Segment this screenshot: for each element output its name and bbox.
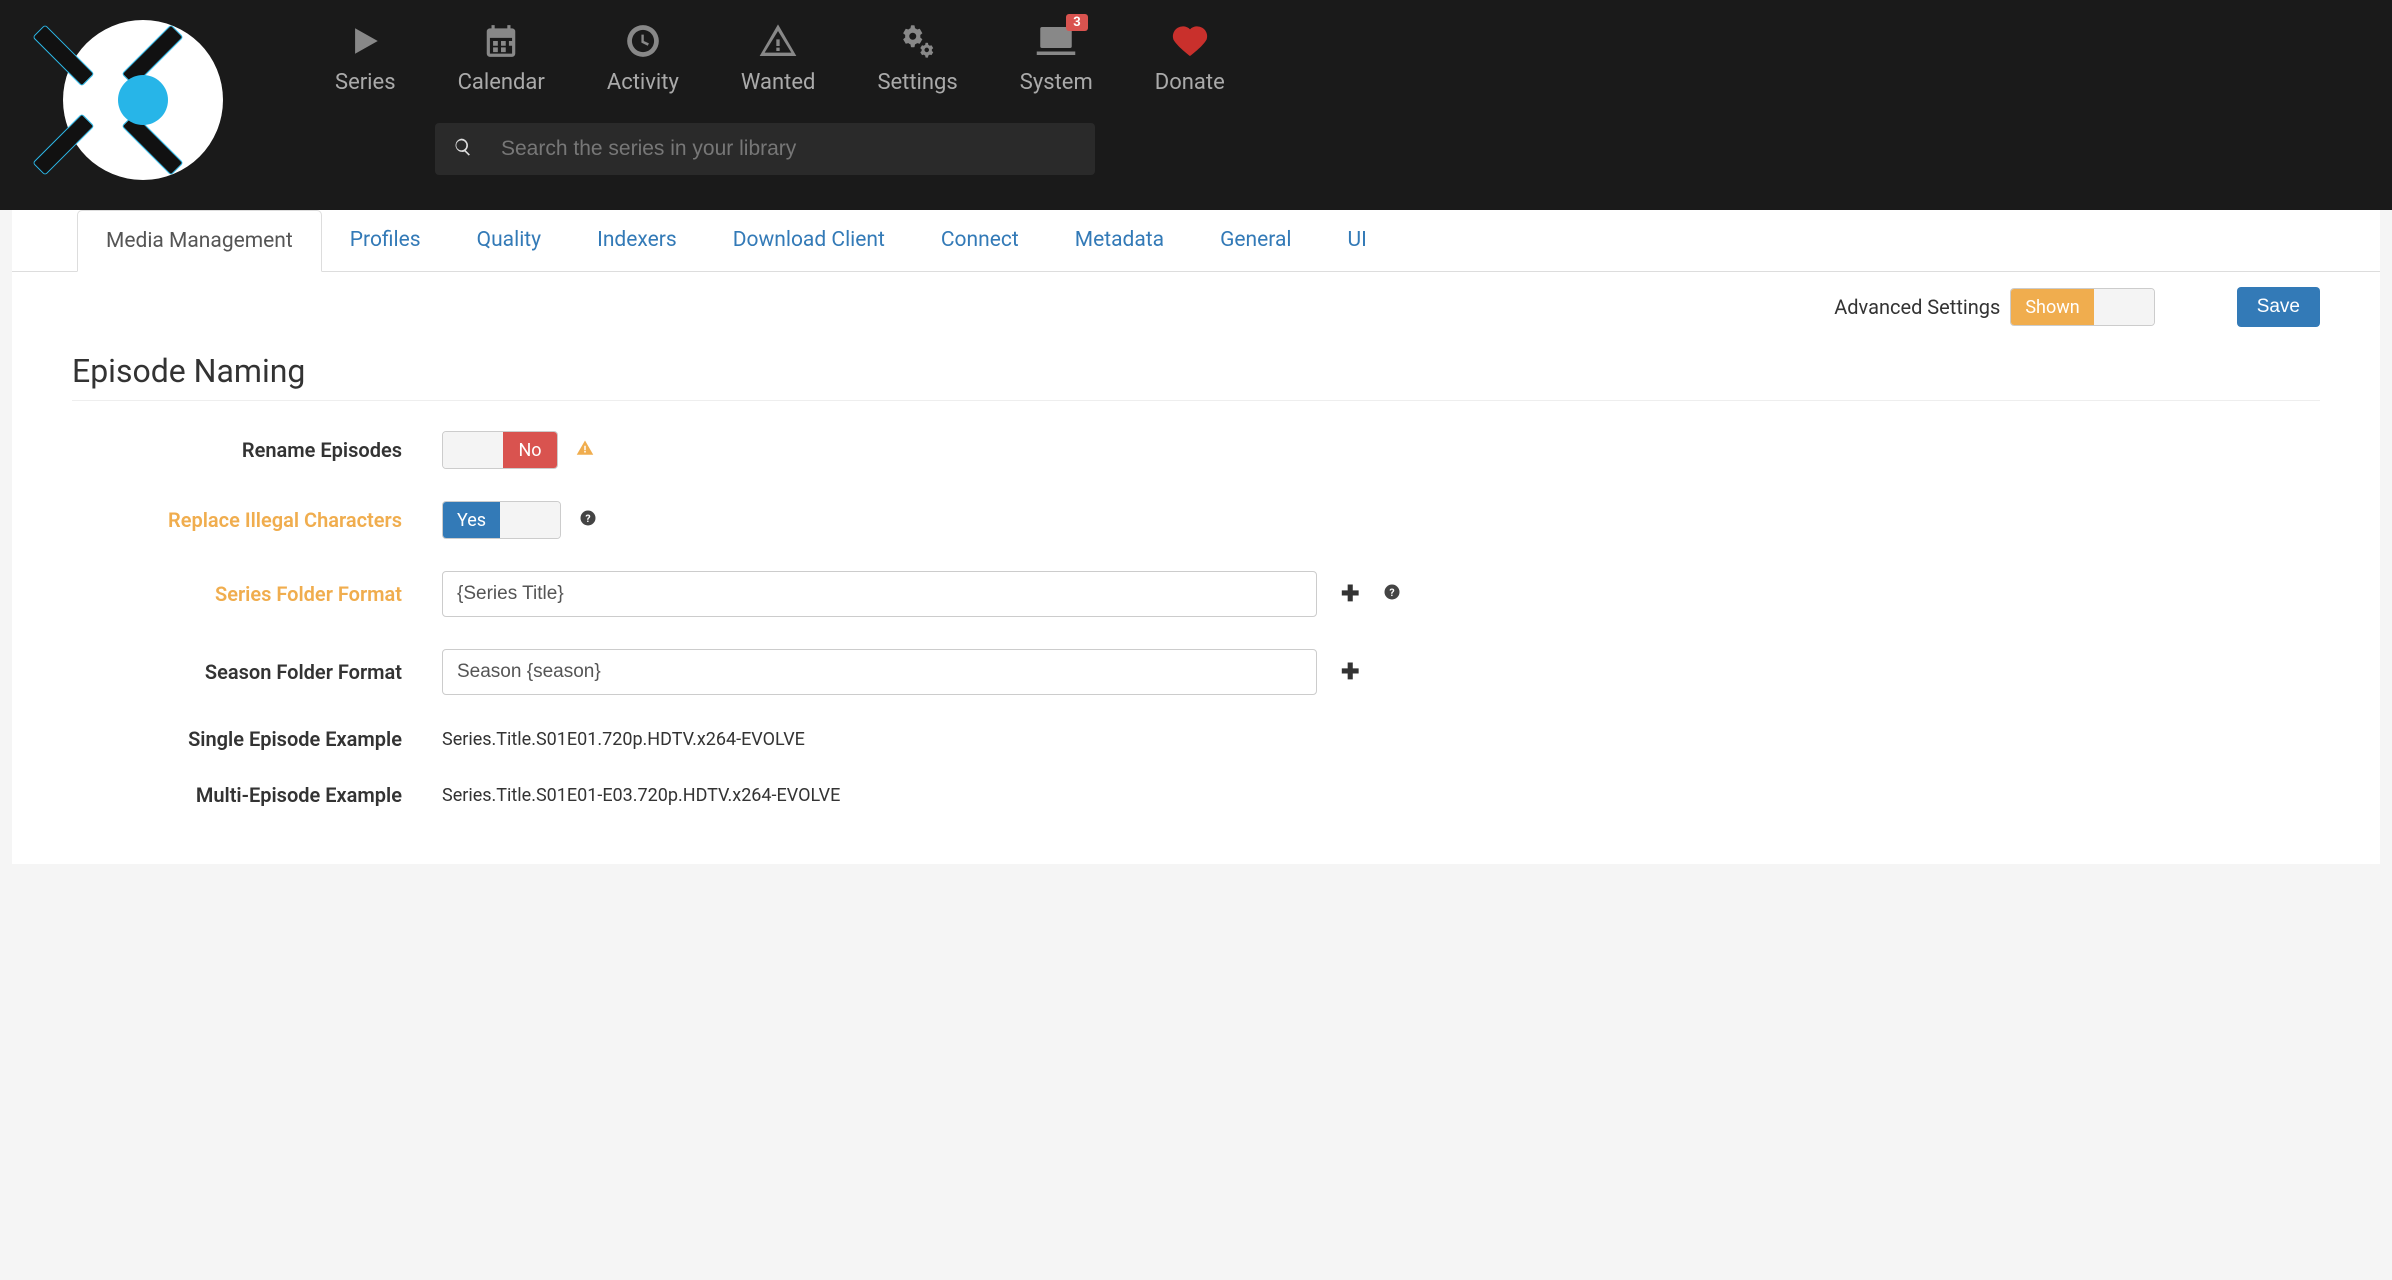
row-replace-illegal: Replace Illegal Characters Yes ? bbox=[72, 501, 2320, 539]
warning-icon bbox=[757, 20, 799, 62]
replace-illegal-toggle[interactable]: Yes bbox=[442, 501, 561, 539]
tab-quality[interactable]: Quality bbox=[449, 210, 569, 271]
help-icon[interactable]: ? bbox=[579, 509, 597, 532]
multi-episode-example-value: Series.Title.S01E01-E03.720p.HDTV.x264-E… bbox=[442, 785, 840, 806]
tab-metadata[interactable]: Metadata bbox=[1047, 210, 1192, 271]
advanced-settings-toggle[interactable]: Shown bbox=[2010, 288, 2154, 326]
multi-episode-example-label: Multi-Episode Example bbox=[72, 783, 402, 807]
nav-system[interactable]: 3 System bbox=[1020, 20, 1093, 95]
app-logo[interactable] bbox=[0, 20, 285, 180]
nav-label: Wanted bbox=[741, 70, 816, 95]
nav-label: Calendar bbox=[458, 70, 545, 95]
search-input[interactable] bbox=[501, 137, 1077, 161]
nav-wanted[interactable]: Wanted bbox=[741, 20, 816, 95]
tab-download-client[interactable]: Download Client bbox=[705, 210, 913, 271]
nav-calendar[interactable]: Calendar bbox=[458, 20, 545, 95]
single-episode-example-label: Single Episode Example bbox=[72, 727, 402, 751]
toggle-state: Shown bbox=[2011, 289, 2093, 325]
section-title: Episode Naming bbox=[72, 352, 2320, 401]
main-nav: Series Calendar Activity Wanted Settings… bbox=[285, 20, 2392, 95]
tab-profiles[interactable]: Profiles bbox=[322, 210, 449, 271]
app-header: Series Calendar Activity Wanted Settings… bbox=[0, 0, 2392, 210]
nav-label: Series bbox=[335, 70, 396, 95]
svg-text:?: ? bbox=[1390, 585, 1395, 598]
gears-icon bbox=[897, 20, 939, 62]
clock-icon bbox=[622, 20, 664, 62]
content-area: Media Management Profiles Quality Indexe… bbox=[12, 210, 2380, 864]
help-icon[interactable]: ? bbox=[1383, 583, 1401, 606]
toggle-state: Yes bbox=[443, 502, 500, 538]
nav-donate[interactable]: Donate bbox=[1155, 20, 1225, 95]
play-icon bbox=[344, 20, 386, 62]
save-button[interactable]: Save bbox=[2237, 287, 2320, 327]
rename-episodes-label: Rename Episodes bbox=[72, 438, 402, 462]
nav-settings[interactable]: Settings bbox=[877, 20, 957, 95]
tab-connect[interactable]: Connect bbox=[913, 210, 1047, 271]
add-token-button[interactable]: ✚ bbox=[1335, 582, 1365, 607]
search-bar bbox=[435, 123, 1095, 175]
episode-naming-section: Episode Naming Rename Episodes No Replac… bbox=[12, 327, 2380, 864]
series-folder-format-input[interactable] bbox=[442, 571, 1317, 617]
calendar-icon bbox=[480, 20, 522, 62]
rename-episodes-toggle[interactable]: No bbox=[442, 431, 558, 469]
toggle-state: No bbox=[503, 432, 557, 468]
replace-illegal-label: Replace Illegal Characters bbox=[72, 508, 402, 532]
season-folder-format-label: Season Folder Format bbox=[72, 660, 402, 684]
row-single-episode-example: Single Episode Example Series.Title.S01E… bbox=[72, 727, 2320, 751]
row-season-folder-format: Season Folder Format ✚ bbox=[72, 649, 2320, 695]
nav-label: Settings bbox=[877, 70, 957, 95]
settings-toolbar: Advanced Settings Shown Save bbox=[12, 272, 2380, 327]
tab-media-management[interactable]: Media Management bbox=[77, 210, 322, 272]
settings-tabs: Media Management Profiles Quality Indexe… bbox=[12, 210, 2380, 272]
tab-indexers[interactable]: Indexers bbox=[569, 210, 705, 271]
search-icon bbox=[453, 137, 473, 161]
row-rename-episodes: Rename Episodes No bbox=[72, 431, 2320, 469]
notification-badge: 3 bbox=[1066, 14, 1087, 31]
add-token-button[interactable]: ✚ bbox=[1335, 660, 1365, 685]
warning-icon[interactable] bbox=[576, 439, 594, 462]
nav-label: Donate bbox=[1155, 70, 1225, 95]
tab-ui[interactable]: UI bbox=[1319, 210, 1394, 271]
single-episode-example-value: Series.Title.S01E01.720p.HDTV.x264-EVOLV… bbox=[442, 729, 805, 750]
nav-activity[interactable]: Activity bbox=[607, 20, 679, 95]
season-folder-format-input[interactable] bbox=[442, 649, 1317, 695]
advanced-settings-label: Advanced Settings bbox=[1834, 295, 2000, 319]
row-multi-episode-example: Multi-Episode Example Series.Title.S01E0… bbox=[72, 783, 2320, 807]
nav-series[interactable]: Series bbox=[335, 20, 396, 95]
nav-label: Activity bbox=[607, 70, 679, 95]
series-folder-format-label: Series Folder Format bbox=[72, 582, 402, 606]
svg-text:?: ? bbox=[585, 511, 590, 524]
heart-icon bbox=[1169, 20, 1211, 62]
row-series-folder-format: Series Folder Format ✚ ? bbox=[72, 571, 2320, 617]
nav-label: System bbox=[1020, 70, 1093, 95]
tab-general[interactable]: General bbox=[1192, 210, 1319, 271]
